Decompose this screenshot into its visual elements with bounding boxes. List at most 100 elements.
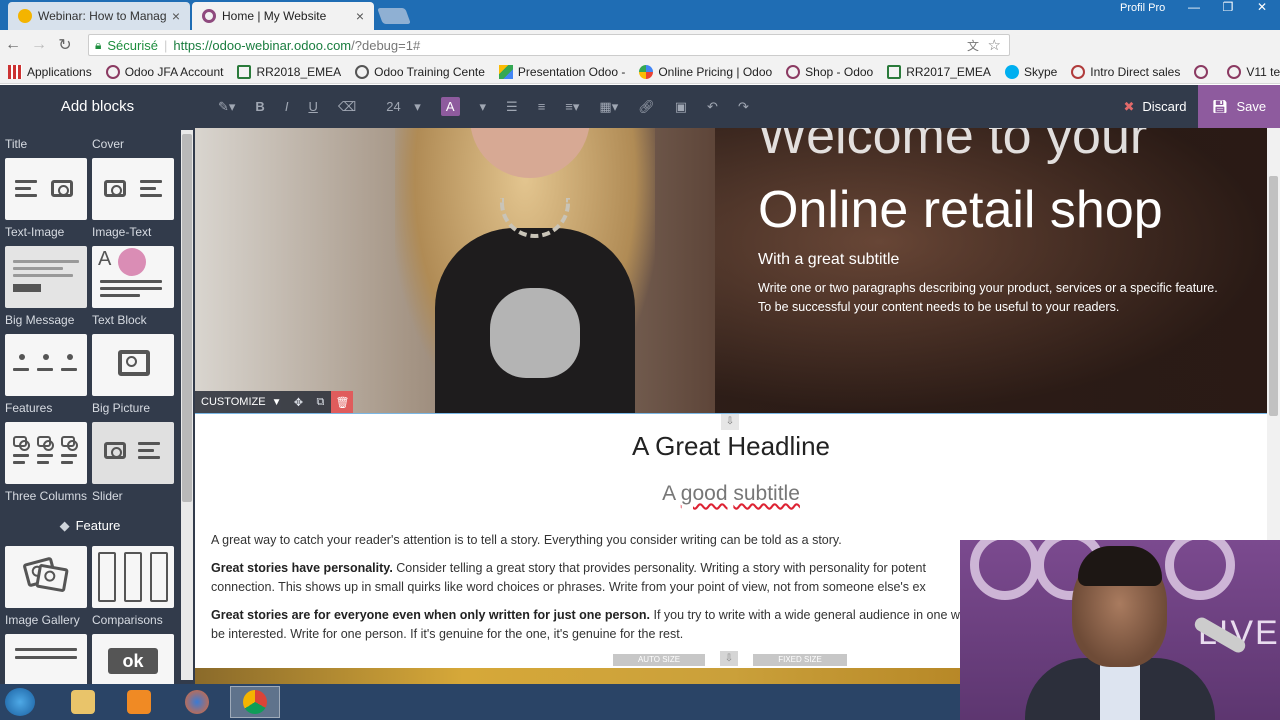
fixed-size-button[interactable]: FIXED SIZE — [753, 654, 847, 666]
odoo-logo-ring — [970, 540, 1040, 600]
sidebar-scroll-thumb[interactable] — [182, 134, 192, 502]
bookmark-label: Online Pricing | Odoo — [658, 64, 773, 79]
bookmark-skype[interactable]: Skype — [1004, 64, 1057, 79]
hero-banner[interactable]: Welcome to your Online retail shop With … — [195, 128, 1267, 413]
hero-subtitle[interactable]: With a great subtitle — [758, 251, 899, 269]
auto-size-button[interactable]: AUTO SIZE — [613, 654, 705, 666]
snippet-features[interactable]: Features — [5, 334, 87, 415]
underline-icon[interactable]: U — [308, 99, 317, 114]
tab-close-icon[interactable]: × — [172, 8, 180, 24]
save-button[interactable]: 💾︎ Save — [1198, 85, 1280, 128]
trash-icon[interactable]: 🗑︎ — [331, 391, 354, 413]
reload-icon[interactable]: ↻ — [52, 35, 78, 55]
sheet-icon — [237, 64, 252, 79]
snippet-big-message[interactable]: Big Message — [5, 246, 87, 327]
address-bar-row: ← → ↻ 🔒︎ Sécurisé | https://odoo-webinar… — [0, 30, 1280, 84]
resize-handle-icon[interactable]: ⇩ — [720, 651, 738, 666]
page-headline[interactable]: A Great Headline — [195, 431, 1267, 462]
presenter-hair — [1078, 546, 1162, 586]
ok-label: ok — [108, 648, 158, 674]
snippet-big-picture[interactable]: Big Picture — [92, 334, 174, 415]
taskbar-media[interactable] — [114, 686, 164, 718]
back-icon[interactable]: ← — [0, 36, 26, 54]
paragraph-bold: Great stories have personality. — [211, 561, 393, 575]
snippet-title[interactable]: Title — [5, 132, 87, 151]
profile-button[interactable]: Profil Pro — [1120, 2, 1165, 14]
tab-home-website[interactable]: Home | My Website × — [192, 2, 374, 30]
snippet-ok[interactable]: ok — [92, 634, 174, 684]
table-dropdown-icon[interactable]: ▦▾ — [599, 99, 618, 115]
bookmark-v11[interactable]: V11 tests — [1227, 64, 1280, 79]
move-icon[interactable]: ✥ — [287, 391, 309, 413]
secure-label: Sécurisé — [107, 37, 158, 53]
bookmark-presentation[interactable]: Presentation Odoo - — [498, 64, 625, 79]
snippet-three-columns[interactable]: Three Columns — [5, 422, 87, 503]
eraser-icon[interactable]: ⌫ — [338, 99, 356, 115]
snippet-image-gallery[interactable]: Image Gallery — [5, 546, 87, 627]
windows-start-icon[interactable] — [5, 688, 35, 716]
media-player-icon — [127, 690, 151, 714]
ordered-list-icon[interactable]: ≡ — [538, 99, 546, 114]
font-color-button[interactable]: A — [440, 97, 460, 116]
link-icon[interactable]: 🔗︎ — [638, 99, 655, 115]
snippet-text-image[interactable]: Text-Image — [5, 158, 87, 239]
hero-paragraph[interactable]: Write one or two paragraphs describing y… — [758, 279, 1218, 317]
bookmark-star-icon[interactable]: ☆ — [988, 36, 1001, 54]
discard-label: Discard — [1142, 99, 1187, 114]
taskbar-firefox[interactable] — [172, 686, 222, 718]
url-field[interactable]: 🔒︎ Sécurisé | https://odoo-webinar.odoo.… — [88, 34, 1010, 56]
color-dropdown-icon[interactable]: ▾ — [480, 99, 487, 115]
duplicate-icon[interactable]: ⧉ — [309, 391, 331, 413]
discard-button[interactable]: ✖ Discard — [1112, 85, 1198, 128]
hero-title-line2[interactable]: Online retail shop — [758, 180, 1163, 240]
font-size-dropdown[interactable]: 24 ▾ — [376, 99, 421, 115]
undo-icon[interactable]: ↶ — [707, 99, 718, 115]
taskbar-chrome[interactable] — [230, 686, 280, 718]
snippet-comparisons[interactable]: Comparisons — [92, 546, 174, 627]
align-dropdown-icon[interactable]: ≡▾ — [565, 99, 579, 115]
customize-dropdown[interactable]: CUSTOMIZE ▼ — [195, 396, 287, 408]
drive-icon — [498, 64, 513, 79]
story-paragraph-1[interactable]: A great way to catch your reader's atten… — [211, 531, 971, 550]
snippet-slider[interactable]: Slider — [92, 422, 174, 503]
close-window-icon[interactable]: ✕ — [1250, 0, 1274, 14]
snippet-cover[interactable]: Cover — [92, 132, 174, 151]
page-subtitle[interactable]: A good subtitle — [195, 482, 1267, 506]
block-options-bar: CUSTOMIZE ▼ ✥ ⧉ 🗑︎ — [195, 391, 354, 413]
bookmark-odoo[interactable] — [1194, 64, 1213, 79]
story-paragraph-3[interactable]: Great stories are for everyone even when… — [211, 606, 971, 644]
page-scroll-thumb[interactable] — [1269, 176, 1278, 416]
bookmark-pricing[interactable]: Online Pricing | Odoo — [639, 64, 773, 79]
snippet-image-text[interactable]: Image-Text — [92, 158, 174, 239]
forward-icon[interactable]: → — [26, 36, 52, 54]
lock-icon: 🔒︎ — [95, 37, 102, 52]
bookmark-intro[interactable]: Intro Direct sales — [1071, 64, 1180, 79]
bookmark-applications[interactable]: Applications — [8, 64, 92, 79]
bookmark-rr2017[interactable]: RR2017_EMEA — [887, 64, 991, 79]
italic-icon[interactable]: I — [285, 99, 289, 114]
camera-icon — [13, 436, 30, 451]
restore-icon[interactable]: ❐ — [1216, 0, 1240, 14]
unordered-list-icon[interactable]: ☰ — [506, 99, 518, 115]
tab-webinar[interactable]: Webinar: How to Manag × — [8, 2, 190, 30]
story-paragraph-2[interactable]: Great stories have personality. Consider… — [211, 559, 971, 597]
discard-x-icon: ✖ — [1123, 98, 1135, 114]
bookmark-training[interactable]: Odoo Training Cente — [355, 64, 485, 79]
snippet-partial[interactable] — [5, 634, 87, 684]
translate-icon[interactable]: 文 — [967, 37, 979, 54]
redo-icon[interactable]: ↷ — [738, 99, 749, 115]
tab-close-icon[interactable]: × — [356, 8, 364, 24]
subtitle-word: subtitle — [733, 482, 800, 505]
minimize-icon[interactable]: — — [1182, 0, 1206, 14]
bookmark-odoo-jfa[interactable]: Odoo JFA Account — [105, 64, 223, 79]
bookmark-rr2018[interactable]: RR2018_EMEA — [237, 64, 341, 79]
bold-icon[interactable]: B — [255, 99, 264, 114]
hero-title-line1[interactable]: Welcome to your — [758, 128, 1147, 166]
image-icon[interactable]: ▣ — [675, 99, 687, 115]
drag-handle-icon[interactable]: ⇩ — [721, 414, 739, 430]
snippet-text-block[interactable]: A Text Block — [92, 246, 174, 327]
style-dropdown-icon[interactable]: ✎▾ — [218, 99, 235, 115]
bookmark-shop[interactable]: Shop - Odoo — [786, 64, 873, 79]
new-tab-button[interactable] — [377, 8, 411, 24]
taskbar-explorer[interactable] — [58, 686, 108, 718]
